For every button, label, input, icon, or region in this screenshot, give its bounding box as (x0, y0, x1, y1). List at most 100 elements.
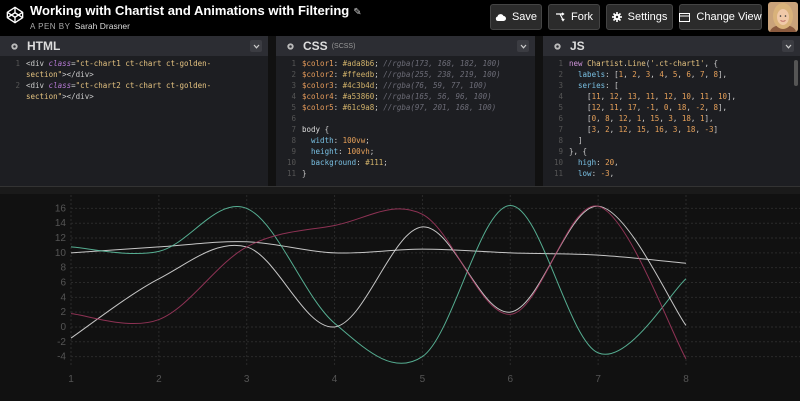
line-number: 9 (558, 147, 563, 156)
code-token: ; (369, 147, 375, 156)
code-token: : (333, 59, 343, 68)
js-code[interactable]: 1 new Chartist.Line('.ct-chart1', {2 labe… (543, 58, 800, 179)
code-line: 3 $color3: #4c3b4d; //rgba(76, 59, 77, 10… (276, 80, 535, 91)
code-token: height (311, 147, 339, 156)
code-token: , (600, 103, 610, 112)
code-line: 3 series: [ (543, 80, 800, 91)
js-chevron-down-icon[interactable] (782, 40, 794, 52)
code-line: 2 labels: [1, 2, 3, 4, 5, 6, 7, 8], (543, 69, 800, 80)
code-token: labels (578, 70, 606, 79)
line-number: 8 (291, 136, 296, 145)
pencil-edit-icon[interactable]: ✎ (353, 7, 361, 18)
code-token: series (578, 81, 606, 90)
chart-series (70, 204, 687, 364)
codepen-logo-icon[interactable] (6, 6, 24, 24)
css-editor-panel: CSS (SCSS) 1 $color1: #ada8b6; //rgba(173… (276, 36, 535, 186)
line-number: 6 (291, 114, 296, 123)
line-number: 4 (558, 92, 563, 101)
code-token: Line (627, 59, 646, 68)
code-line: 6 (276, 113, 535, 124)
js-settings-gear-icon[interactable] (549, 38, 565, 54)
author-link[interactable]: Sarah Drasner (75, 21, 130, 31)
code-token: , (618, 92, 628, 101)
user-avatar[interactable] (768, 2, 798, 32)
css-panel-header: CSS (SCSS) (276, 36, 535, 56)
js-scrollbar[interactable] (794, 60, 798, 86)
change-view-button[interactable]: Change View (679, 4, 762, 30)
html-chevron-down-icon[interactable] (250, 40, 262, 52)
save-button[interactable]: Save (490, 4, 542, 30)
code-token: 12 (609, 92, 619, 101)
css-settings-gear-icon[interactable] (282, 38, 298, 54)
code-token: 11 (591, 92, 601, 101)
code-token: , (600, 92, 610, 101)
editor-divider[interactable] (268, 36, 276, 186)
line-number: 10 (286, 158, 296, 167)
code-token: , (623, 70, 633, 79)
code-token: 100vw (342, 136, 366, 145)
code-token: section" (26, 70, 63, 79)
code-line: section"></div> (0, 69, 268, 80)
code-line: 4 [11, 12, 13, 11, 12, 10, 11, 10], (543, 91, 800, 102)
code-token: "ct-chart1 ct-chart ct-golden- (75, 59, 212, 68)
editor-divider[interactable] (535, 36, 543, 186)
title-block: Working with Chartist and Animations wit… (30, 3, 362, 31)
code-token: $color5 (302, 103, 334, 112)
fork-button[interactable]: Fork (548, 4, 600, 30)
result-resize-bar[interactable] (0, 186, 800, 194)
line-number: 4 (291, 92, 296, 101)
code-token: section" (26, 92, 63, 101)
y-tick-label: 12 (55, 233, 67, 244)
code-token: $color1 (302, 59, 334, 68)
code-token: , (704, 103, 714, 112)
code-token: ] (713, 125, 719, 134)
code-token: , (650, 70, 660, 79)
code-token: , (663, 125, 673, 134)
code-token: : (338, 147, 348, 156)
code-token: 11 (699, 92, 709, 101)
y-axis-labels: -4 -2 0 2 4 6 8 10 12 14 16 (55, 203, 67, 362)
code-token: 10 (718, 92, 728, 101)
code-token: , (614, 158, 619, 167)
line-chart: -4-20246810121416 12345678 (55, 195, 800, 385)
code-token: new (569, 59, 588, 68)
code-token: : (333, 81, 343, 90)
code-token: ; (374, 81, 384, 90)
code-token: [ (569, 114, 592, 123)
code-token: : (333, 136, 343, 145)
code-token: , (609, 169, 615, 178)
html-settings-gear-icon[interactable] (6, 38, 22, 54)
code-token: 20 (605, 158, 615, 167)
code-token: , (596, 114, 606, 123)
code-token: ></div> (62, 70, 94, 79)
fork-button-label: Fork (571, 11, 593, 23)
settings-button-label: Settings (627, 11, 668, 23)
line-number: 1 (15, 59, 20, 68)
code-line: 1 new Chartist.Line('.ct-chart1', { (543, 58, 800, 69)
js-panel-title: JS (570, 39, 585, 53)
code-line: 7 body { (276, 124, 535, 135)
code-line: 10 high: 20, (543, 157, 800, 168)
code-token: : (591, 169, 601, 178)
code-token: , (704, 70, 714, 79)
settings-button[interactable]: Settings (606, 4, 673, 30)
code-token: , (609, 114, 619, 123)
save-button-label: Save (511, 11, 538, 23)
code-token: 11 (645, 92, 655, 101)
code-token: 15 (636, 125, 646, 134)
code-token: body (302, 125, 321, 134)
line-number: 5 (291, 103, 296, 112)
code-token: , { (704, 59, 719, 68)
css-code[interactable]: 1 $color1: #ada8b6; //rgba(173, 168, 182,… (276, 58, 535, 179)
x-axis-labels: 1 2 3 4 5 6 7 8 (68, 374, 689, 385)
code-token: , (636, 92, 646, 101)
byline: A PEN BY Sarah Drasner (30, 21, 362, 31)
html-code[interactable]: 1 <div class="ct-chart1 ct-chart ct-golde… (0, 58, 268, 102)
css-chevron-down-icon[interactable] (517, 40, 529, 52)
code-token: 11 (609, 103, 619, 112)
